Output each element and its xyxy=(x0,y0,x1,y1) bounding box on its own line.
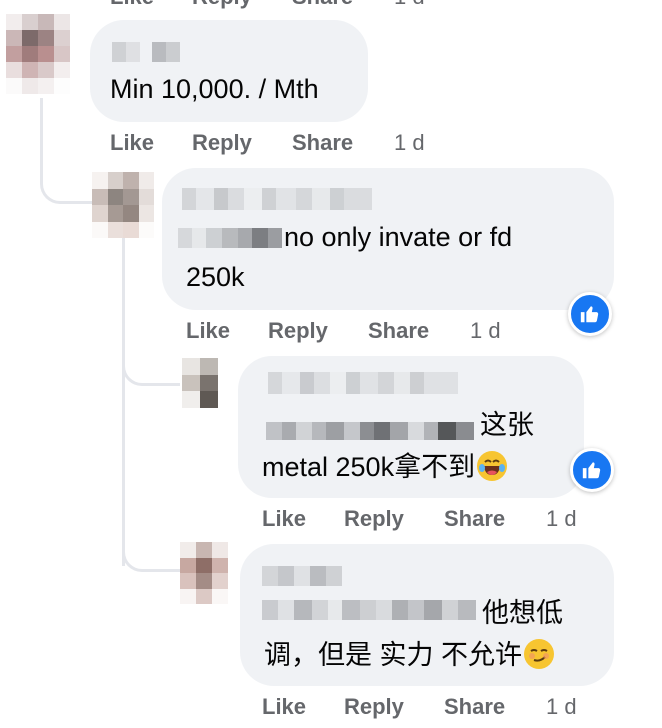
comment-text: 他想低 xyxy=(482,598,563,628)
timestamp: 1 d xyxy=(394,0,425,10)
comment-bubble: Min 10,000. / Mth xyxy=(90,20,368,122)
like-link[interactable]: Like xyxy=(110,130,154,156)
comment-text-line2: 250k xyxy=(186,262,245,292)
like-link[interactable]: Like xyxy=(110,0,154,10)
previous-comment-actions: Like Reply Share 1 d xyxy=(110,0,440,10)
mentioned-name-redacted[interactable] xyxy=(266,422,474,440)
commenter-name-redacted[interactable] xyxy=(112,42,192,62)
comment-bubble: 这张 metal 250k拿不到 xyxy=(238,356,584,498)
like-icon xyxy=(582,462,601,479)
comment-text-line2: metal 250k拿不到 xyxy=(262,448,508,486)
commenter-name-redacted[interactable] xyxy=(262,566,342,586)
mentioned-name-redacted[interactable] xyxy=(178,228,282,248)
share-link[interactable]: Share xyxy=(444,694,505,720)
thread-connector xyxy=(40,98,92,204)
reaction-like-badge[interactable] xyxy=(568,292,612,336)
avatar[interactable] xyxy=(182,358,218,408)
comment-actions: Like Reply Share 1 d xyxy=(110,130,440,156)
avatar[interactable] xyxy=(92,172,154,238)
comment-bubble: 他想低 调，但是 实力 不允许 xyxy=(240,544,614,686)
comment-text-line2-content: 调，但是 实力 不允许 xyxy=(264,640,523,670)
like-icon xyxy=(580,306,599,323)
commenter-name-redacted[interactable] xyxy=(268,372,458,418)
smirk-emoji-icon xyxy=(524,639,555,669)
laughing-emoji-icon xyxy=(477,451,508,481)
reply-link[interactable]: Reply xyxy=(192,0,252,10)
timestamp: 1 d xyxy=(546,694,577,719)
comment-text: 这张 xyxy=(480,410,534,440)
timestamp: 1 d xyxy=(470,318,501,343)
comment-actions: Like Reply Share 1 d xyxy=(186,318,516,344)
like-link[interactable]: Like xyxy=(262,694,306,720)
comment-actions: Like Reply Share 1 d xyxy=(262,694,592,720)
timestamp: 1 d xyxy=(394,130,425,155)
comment-actions: Like Reply Share 1 d xyxy=(262,506,592,532)
share-link[interactable]: Share xyxy=(292,130,353,156)
share-link[interactable]: Share xyxy=(368,318,429,344)
thread-connector xyxy=(122,520,180,572)
avatar[interactable] xyxy=(6,14,70,94)
commenter-name-redacted[interactable] xyxy=(182,188,372,210)
avatar[interactable] xyxy=(180,542,228,604)
comment-text: Min 10,000. / Mth xyxy=(110,74,319,104)
share-link[interactable]: Share xyxy=(444,506,505,532)
thread-connector xyxy=(122,330,180,386)
comment-bubble: no only invate or fd 250k xyxy=(162,168,614,310)
thread-connector xyxy=(122,232,125,566)
timestamp: 1 d xyxy=(546,506,577,531)
reply-link[interactable]: Reply xyxy=(192,130,252,156)
share-link[interactable]: Share xyxy=(292,0,353,10)
like-link[interactable]: Like xyxy=(186,318,230,344)
like-link[interactable]: Like xyxy=(262,506,306,532)
reaction-like-badge[interactable] xyxy=(570,448,614,492)
reply-link[interactable]: Reply xyxy=(344,506,404,532)
mentioned-name-redacted[interactable] xyxy=(262,600,476,620)
comment-text-line2: 调，但是 实力 不允许 xyxy=(264,636,555,674)
comment-text: no only invate or fd xyxy=(284,222,513,252)
reply-link[interactable]: Reply xyxy=(268,318,328,344)
reply-link[interactable]: Reply xyxy=(344,694,404,720)
comment-text-line2-content: metal 250k拿不到 xyxy=(262,452,476,482)
